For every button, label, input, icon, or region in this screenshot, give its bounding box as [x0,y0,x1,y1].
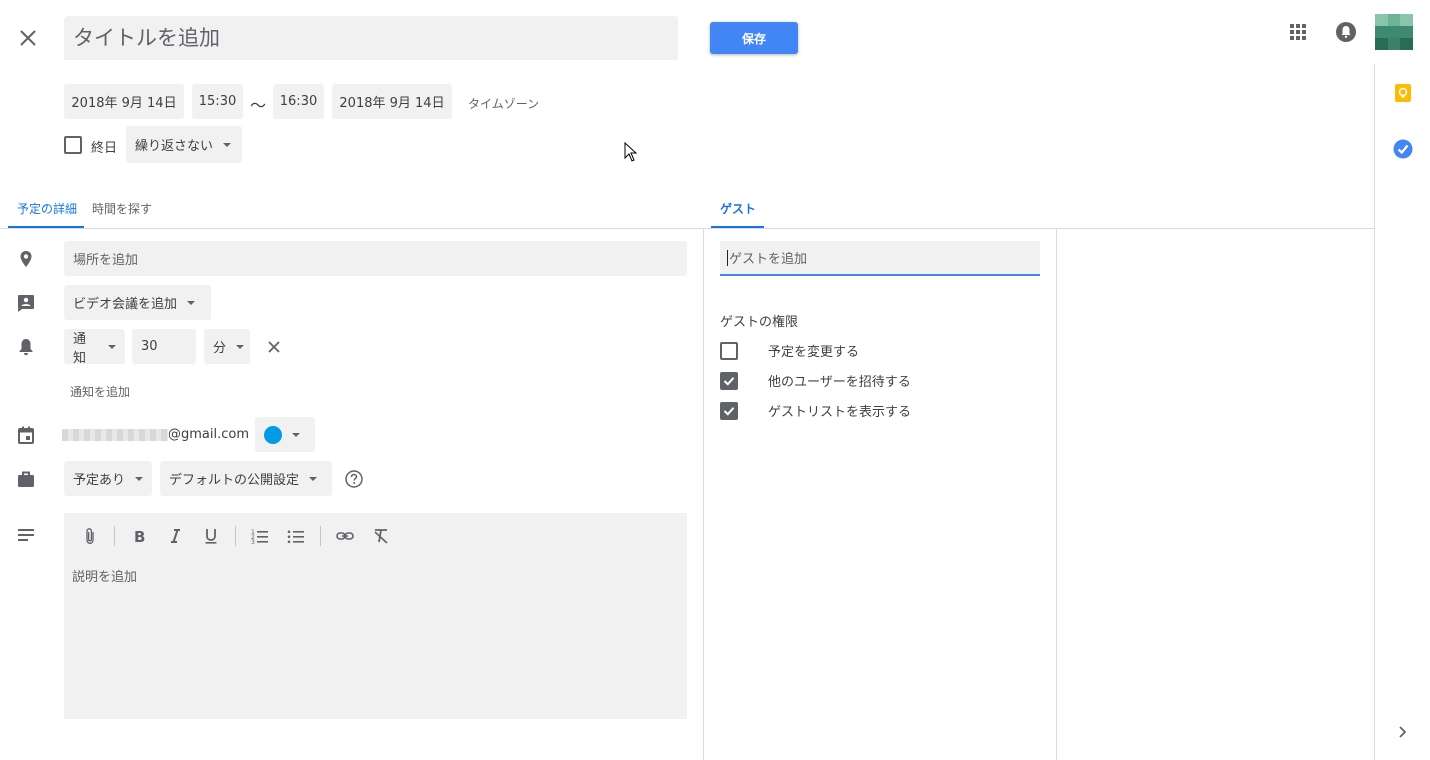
help-icon[interactable] [344,469,364,489]
avatar[interactable] [1375,14,1413,50]
all-day-checkbox[interactable] [64,136,82,154]
guest-permissions-title: ゲストの権限 [720,315,799,330]
title-input[interactable] [64,16,678,60]
location-input[interactable]: 場所を追加 [64,241,687,276]
description-icon [15,524,37,546]
calendar-icon [15,424,37,446]
repeat-dropdown[interactable]: 繰り返さない [126,126,242,163]
tabs-divider [0,228,1374,229]
mouse-cursor-icon [624,141,638,166]
permission-row[interactable]: 他のユーザーを招待する [720,371,911,390]
start-date-button[interactable]: 2018年 9月 14日 [64,84,184,119]
availability-dropdown[interactable]: 予定あり [64,461,152,496]
bulleted-list-icon[interactable] [284,524,308,548]
permission-label: 他のユーザーを招待する [768,375,911,390]
start-time-button[interactable]: 15:30 [192,84,243,119]
svg-text:3: 3 [251,539,255,546]
column-divider [703,229,704,760]
notification-unit-label: 分 [213,341,227,356]
title-field[interactable] [64,16,678,60]
visibility-dropdown[interactable]: デフォルトの公開設定 [160,461,332,496]
tab-guests[interactable]: ゲスト [720,200,756,217]
check-icon [723,376,735,386]
permission-label: 予定を変更する [768,345,860,360]
bell-icon [15,336,37,358]
notification-type-dropdown[interactable]: 通知 [64,329,125,366]
chevron-right-icon[interactable] [1392,722,1412,742]
add-guest-input[interactable]: ゲストを追加 [720,241,1040,276]
all-day-label: 終日 [91,141,118,156]
end-date-button[interactable]: 2018年 9月 14日 [332,84,452,119]
chevron-down-icon [236,344,245,349]
video-conference-dropdown[interactable]: ビデオ会議を追加 [64,285,211,320]
time-separator: 〜 [250,96,267,115]
redacted-email-user [62,429,168,441]
side-panel-divider [1374,64,1375,760]
check-icon [723,406,735,416]
toolbar-separator [320,526,321,546]
save-button[interactable]: 保存 [710,22,798,54]
numbered-list-icon[interactable]: 123 [248,524,272,548]
permission-checkbox[interactable] [720,401,738,420]
svg-text:B: B [134,528,145,546]
chevron-down-icon [108,344,116,349]
clear-formatting-icon[interactable] [369,524,393,548]
calendar-email: @gmail.com [168,427,250,442]
add-notification-link[interactable]: 通知を追加 [70,383,130,400]
calendar-color-swatch [264,425,282,444]
briefcase-icon [15,468,37,490]
notification-unit-dropdown[interactable]: 分 [204,329,250,364]
permission-checkbox[interactable] [720,341,738,360]
tab-find-time[interactable]: 時間を探す [92,200,152,217]
visibility-label: デフォルトの公開設定 [169,473,300,488]
permission-row[interactable]: ゲストリストを表示する [720,401,911,420]
video-conference-label: ビデオ会議を追加 [73,297,178,312]
notifications-bell-icon[interactable] [1334,20,1358,44]
calendar-color-dropdown[interactable] [255,417,315,452]
description-placeholder: 説明を追加 [72,570,138,585]
chevron-down-icon [135,476,143,481]
notification-type-label: 通知 [73,331,87,366]
permission-label: ゲストリストを表示する [768,405,912,420]
end-time-button[interactable]: 16:30 [273,84,324,119]
keep-icon[interactable] [1392,82,1414,104]
remove-notification-icon[interactable] [264,337,284,357]
timezone-button[interactable]: タイムゾーン [468,95,539,112]
link-icon[interactable] [333,524,357,548]
italic-icon[interactable] [163,524,187,548]
repeat-label: 繰り返さない [135,139,214,154]
chevron-down-icon [187,300,196,305]
tasks-icon[interactable] [1392,138,1414,160]
chevron-down-icon [223,142,232,147]
text-cursor [727,249,728,266]
bold-icon[interactable]: B [127,524,151,548]
apps-grid-icon[interactable] [1286,20,1310,44]
description-toolbar: B 123 [78,524,393,548]
chevron-down-icon [292,432,300,437]
availability-label: 予定あり [73,473,126,488]
column-divider-2 [1056,229,1057,760]
permission-row[interactable]: 予定を変更する [720,341,859,360]
tab-event-details[interactable]: 予定の詳細 [17,200,77,217]
attachment-icon[interactable] [78,524,102,548]
underline-icon[interactable] [199,524,223,548]
notification-value-input[interactable]: 30 [132,329,196,364]
add-guest-placeholder: ゲストを追加 [729,252,808,267]
permission-checkbox[interactable] [720,371,738,390]
video-conference-icon [15,292,37,314]
close-icon[interactable] [14,24,42,52]
location-pin-icon [15,248,37,270]
toolbar-separator [235,526,236,546]
chevron-down-icon [309,476,318,481]
toolbar-separator [114,526,115,546]
